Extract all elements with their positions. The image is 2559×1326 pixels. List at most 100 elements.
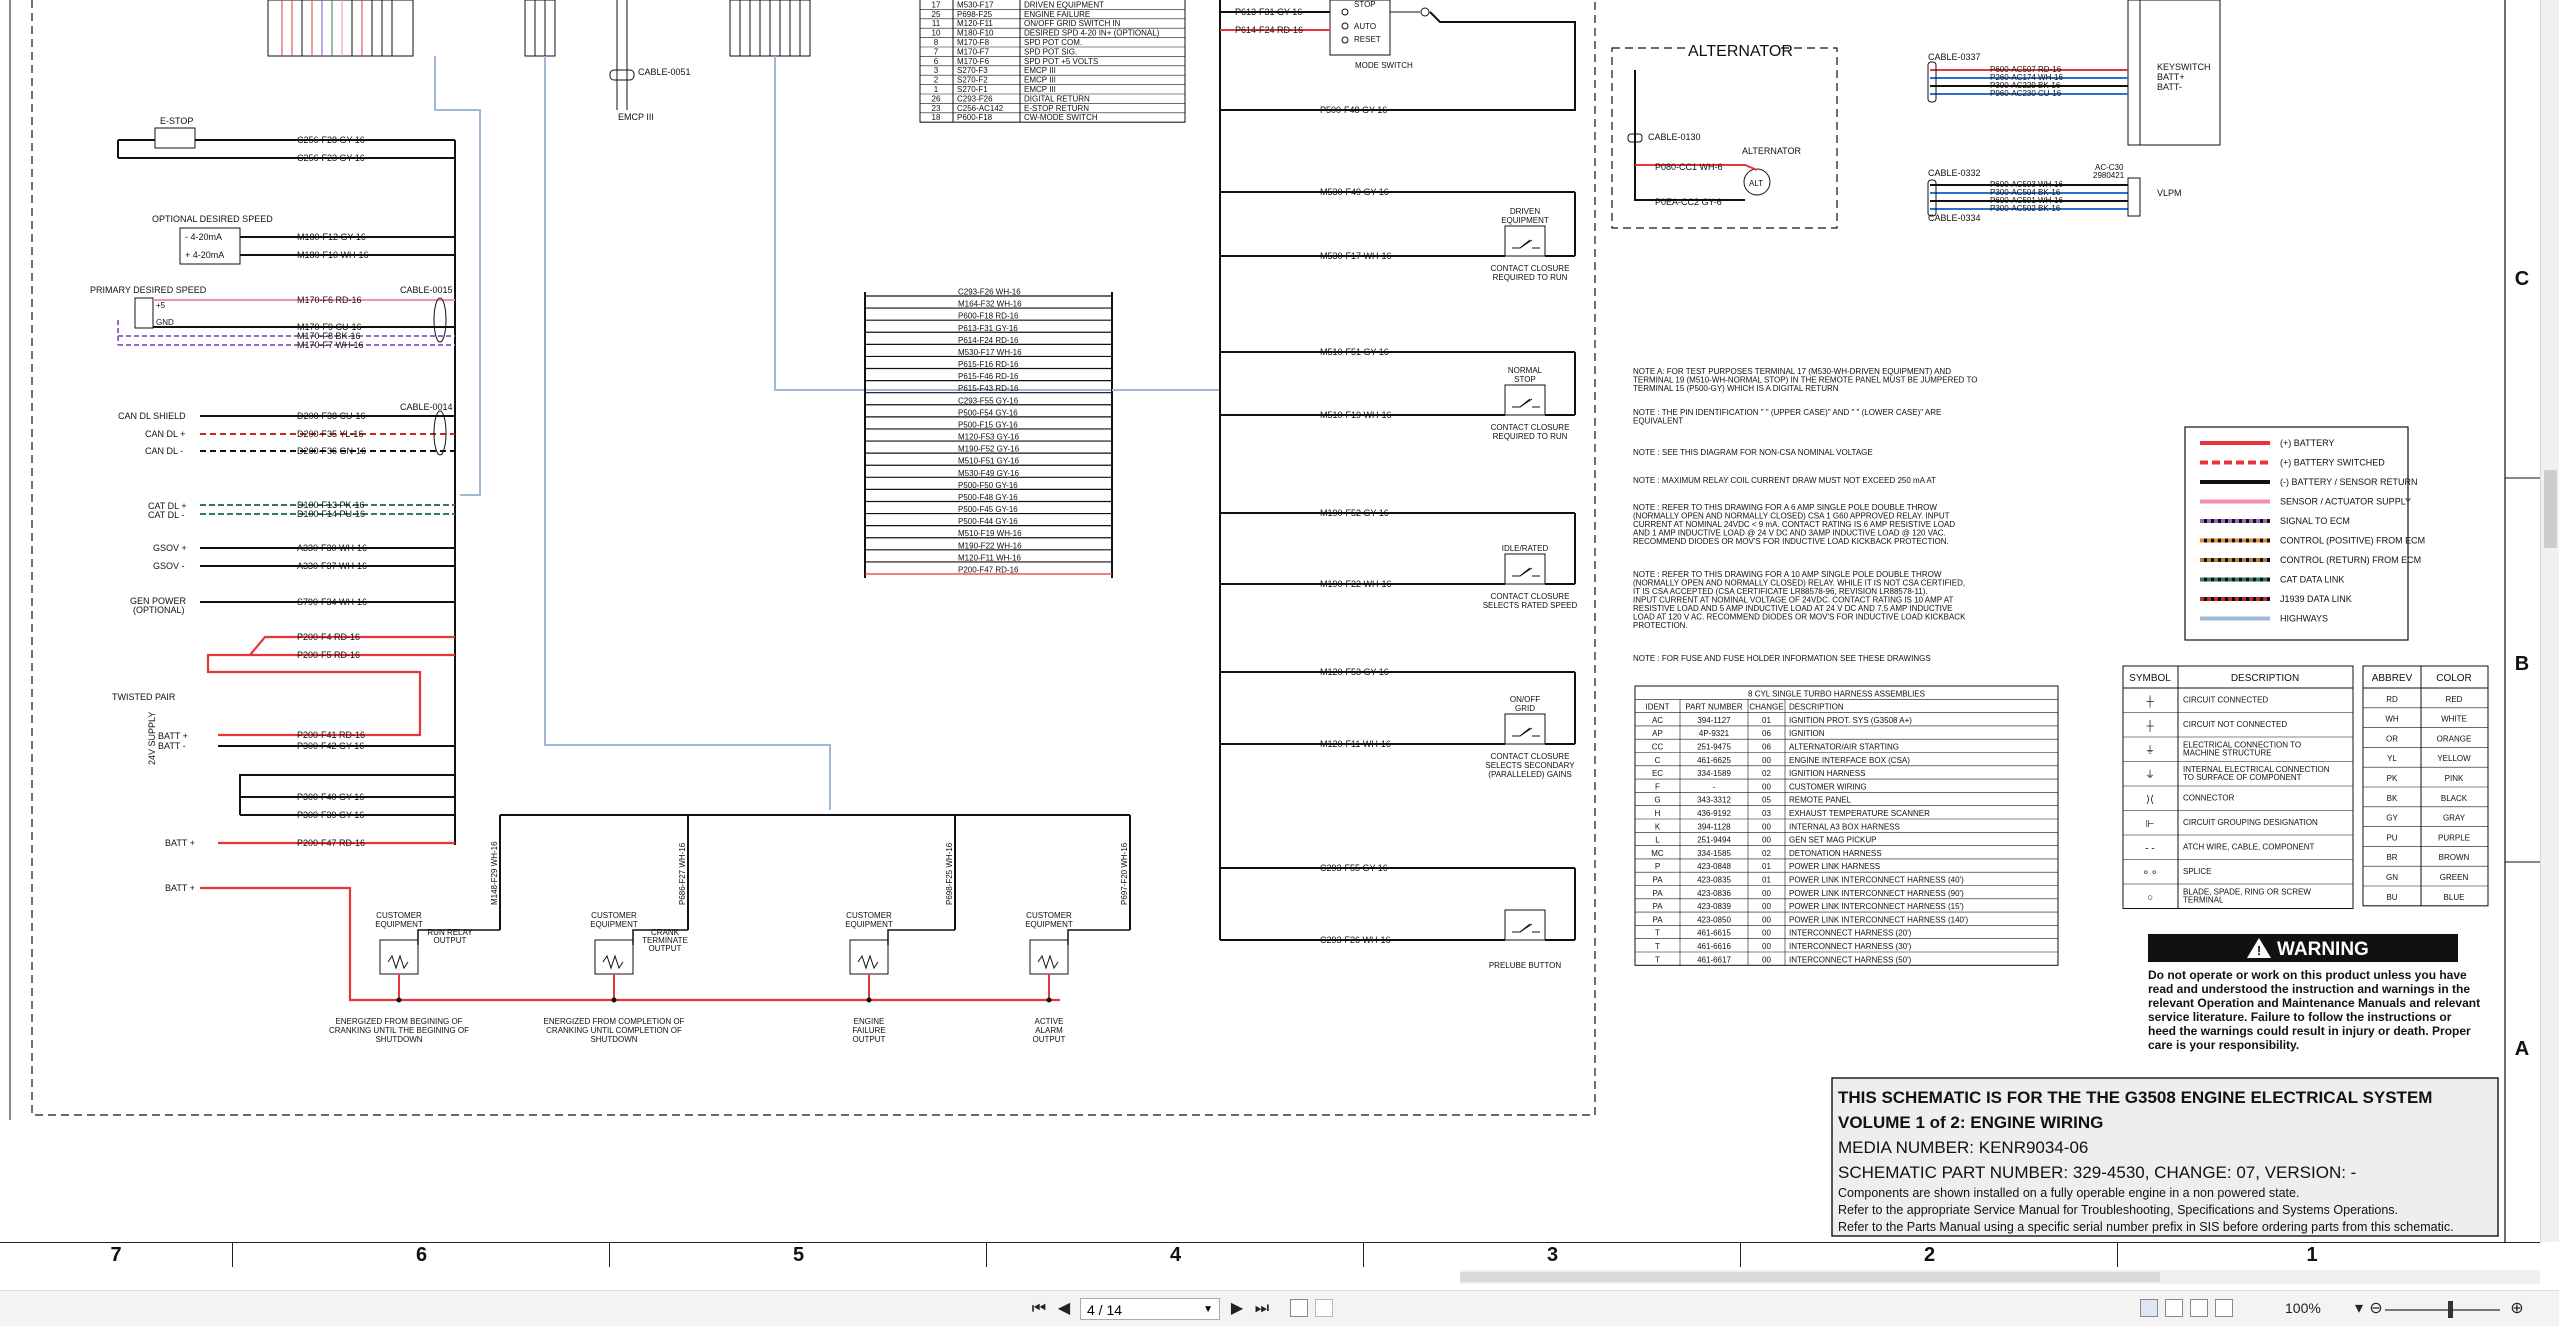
symbol-glyph-icon: ┼: [2145, 695, 2154, 709]
horizontal-scrollbar-thumb[interactable]: [1460, 1272, 2160, 1282]
bundle-wire-label: M164-F32 WH-16: [958, 300, 1022, 309]
zone-letter-c: C: [2515, 268, 2529, 290]
color-abbrev: BU: [2386, 893, 2397, 902]
can-wire-3: D200-F36 GN-16: [297, 446, 366, 456]
symbol-header: SYMBOL: [2129, 673, 2171, 684]
keyswitch-cable-1: CABLE-0337: [1928, 52, 1981, 62]
color-abbrev: RD: [2386, 695, 2398, 704]
color-name: YELLOW: [2437, 754, 2471, 763]
next-page-button[interactable]: ▶: [1228, 1299, 1246, 1319]
input-note: SELECTS RATED SPEED: [1483, 601, 1578, 610]
terminal-wire: S270-F2: [957, 76, 988, 85]
page-dropdown-icon[interactable]: ▼: [1203, 1299, 1213, 1321]
color-abbrev: GY: [2386, 814, 2398, 823]
assemblies-cell: ALTERNATOR/AIR STARTING: [1789, 743, 1899, 752]
zoom-slider[interactable]: [2385, 1309, 2500, 1311]
assemblies-cell: F: [1655, 782, 1660, 791]
color-header: COLOR: [2436, 673, 2472, 684]
zoom-in-icon[interactable]: ⊕: [2508, 1299, 2526, 1319]
primary-speed-label: PRIMARY DESIRED SPEED: [90, 285, 207, 295]
assemblies-cell: 00: [1762, 955, 1771, 964]
two-page-view-icon[interactable]: [2190, 1299, 2208, 1317]
terminal-wire: M120-F11: [957, 19, 993, 28]
output-note: SHUTDOWN: [375, 1035, 422, 1044]
alternator-cable: CABLE-0130: [1648, 132, 1701, 142]
fit-page-icon[interactable]: [1290, 1299, 1308, 1317]
assemblies-cell: PA: [1652, 915, 1663, 924]
zoom-level[interactable]: 100%: [2285, 1300, 2321, 1316]
terminal-number: 6: [934, 57, 939, 66]
twisted-pair-label: TWISTED PAIR: [112, 692, 176, 702]
output-note: OUTPUT: [1033, 1035, 1066, 1044]
bundle-wire-label: P500-F48 GY-16: [958, 493, 1018, 502]
keyswitch-cable-3: CABLE-0334: [1928, 213, 1981, 223]
output-wire-label: P697-F20 WH-16: [1120, 842, 1129, 905]
input-note: CONTACT CLOSURE: [1491, 592, 1570, 601]
horizontal-scrollbar[interactable]: [1460, 1270, 2540, 1284]
assemblies-cell: L: [1655, 836, 1660, 845]
previous-page-button[interactable]: ◀: [1055, 1299, 1073, 1319]
vertical-scrollbar[interactable]: [2540, 0, 2559, 1242]
zoom-out-icon[interactable]: ⊖: [2367, 1299, 2385, 1319]
first-page-button[interactable]: ⏮: [1030, 1299, 1048, 1319]
assemblies-cell: 423-0850: [1697, 915, 1731, 924]
mode-wire-2: P614-F24 RD-16: [1235, 25, 1303, 35]
warning-line: Do not operate or work on this product u…: [2148, 968, 2467, 982]
bundle-wire-label: P615-F16 RD-16: [958, 360, 1019, 369]
note-text: NOTE : FOR FUSE AND FUSE HOLDER INFORMAT…: [1633, 654, 1931, 663]
last-page-button[interactable]: ⏭: [1253, 1299, 1271, 1319]
output-note: ENERGIZED FROM COMPLETION OF: [544, 1017, 685, 1026]
keyswitch: [1927, 0, 2221, 217]
input-title: NORMAL: [1508, 366, 1543, 375]
can-minus-label: CAN DL -: [145, 446, 183, 456]
page-number-field[interactable]: 4 / 14 ▼: [1080, 1298, 1220, 1320]
bundle-wire-label: P500-F45 GY-16: [958, 505, 1018, 514]
terminal-function: EMCP III: [1024, 66, 1056, 75]
can-wire-2: D200-F35 YL-16: [297, 429, 363, 439]
title-line-1: THIS SCHEMATIC IS FOR THE THE G3508 ENGI…: [1838, 1088, 2432, 1107]
prim-wire-4: M170-F7 WH-16: [297, 340, 364, 350]
single-page-view-icon[interactable]: [2140, 1299, 2158, 1317]
zone-5: 5: [609, 1243, 987, 1267]
assemblies-cell: 00: [1762, 942, 1771, 951]
rotate-view-icon[interactable]: [2215, 1299, 2233, 1317]
legend-label: J1939 DATA LINK: [2280, 594, 2352, 604]
zoom-slider-knob[interactable]: [2448, 1301, 2453, 1318]
zone-6: 6: [232, 1243, 610, 1267]
bundle-wire-label: P500-F50 GY-16: [958, 481, 1018, 490]
assemblies-cell: 01: [1762, 862, 1771, 871]
bundle-wire-label: M120-F53 GY-16: [958, 433, 1020, 442]
assemblies-cell: T: [1655, 942, 1660, 951]
input-note: REQUIRED TO RUN: [1493, 432, 1568, 441]
zoom-dropdown-icon[interactable]: ▾: [2350, 1299, 2368, 1319]
continuous-view-icon[interactable]: [2165, 1299, 2183, 1317]
input-title: ON/OFF: [1510, 695, 1540, 704]
ma-minus-label: - 4-20mA: [185, 232, 222, 242]
assemblies-cell: EXHAUST TEMPERATURE SCANNER: [1789, 809, 1930, 818]
p200-f5: P200-F5 RD-16: [297, 650, 360, 660]
output-note: ENERGIZED FROM BEGINING OF: [335, 1017, 462, 1026]
page-number-text: 4 / 14: [1087, 1302, 1123, 1318]
keyswitch-batt-plus: BATT+: [2157, 72, 2185, 82]
description-header: DESCRIPTION: [2231, 673, 2299, 684]
assemblies-cell: 00: [1762, 889, 1771, 898]
warning-line: care is your responsibility.: [2148, 1038, 2299, 1052]
fit-width-icon[interactable]: [1315, 1299, 1333, 1317]
terminal-wire: S270-F1: [957, 85, 988, 94]
assemblies-cell: 423-0848: [1697, 862, 1731, 871]
terminal-wire: M170-F7: [957, 47, 990, 56]
note-text: NOTE : SEE THIS DIAGRAM FOR NON-CSA NOMI…: [1633, 448, 1873, 457]
gnd-label: GND: [156, 318, 174, 327]
warning-text: Do not operate or work on this product u…: [2148, 968, 2480, 1052]
terminal-function: ENGINE FAILURE: [1024, 10, 1090, 19]
color-abbrev: PU: [2386, 833, 2397, 842]
assemblies-cell: 00: [1762, 822, 1771, 831]
input-title: GRID: [1515, 704, 1535, 713]
warning-line: heed the warnings could result in injury…: [2148, 1024, 2471, 1038]
bundle-wire-label: P500-F54 GY-16: [958, 408, 1018, 417]
vertical-scrollbar-thumb[interactable]: [2544, 470, 2557, 548]
bundle-wire-label: P500-F44 GY-16: [958, 517, 1018, 526]
abbrev-header: ABBREV: [2372, 673, 2413, 684]
p200-f47: P200-F47 RD-16: [297, 838, 365, 848]
assemblies-title: 8 CYL SINGLE TURBO HARNESS ASSEMBLIES: [1748, 689, 1925, 698]
